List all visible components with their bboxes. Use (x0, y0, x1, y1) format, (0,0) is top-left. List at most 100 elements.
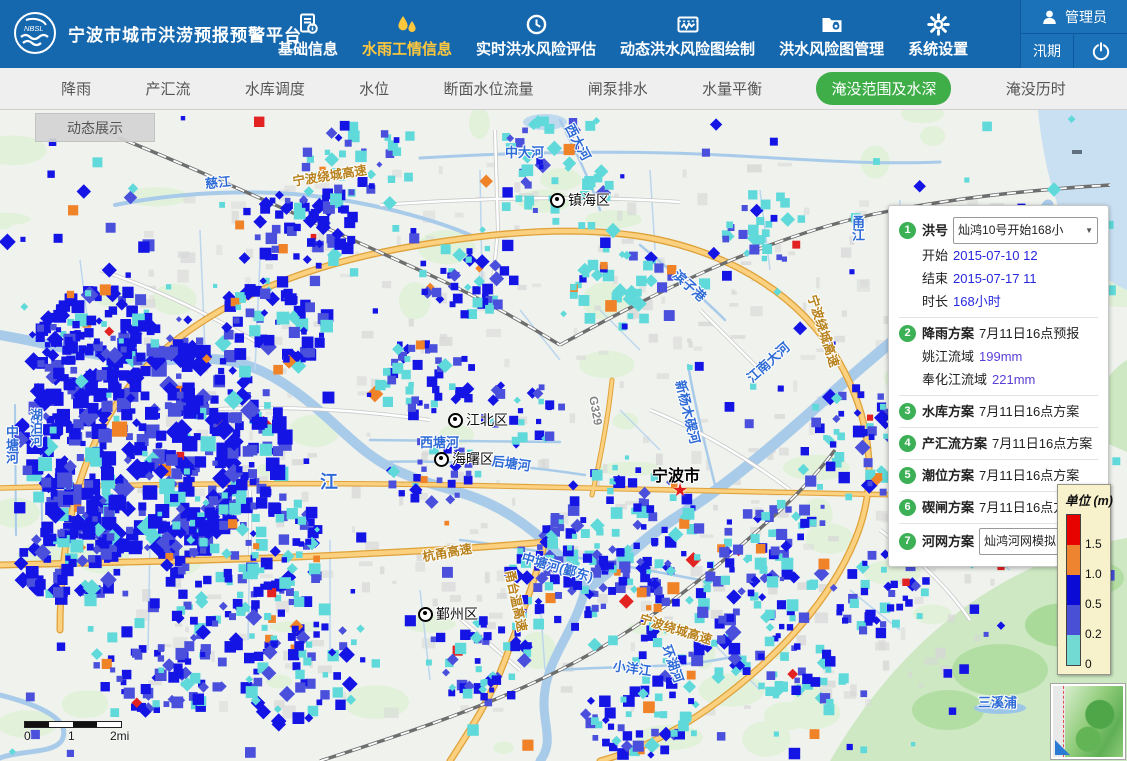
nav-item-water-rain-info[interactable]: 水雨工情信息 (362, 10, 452, 59)
river-label: 江 (320, 468, 338, 494)
user-icon (1041, 9, 1058, 25)
step-badge: 6 (899, 499, 916, 516)
district-label-jiangbei: 江北区 (448, 410, 508, 430)
scalebar-tick: 2mi (110, 729, 129, 743)
scalebar-tick: 0 (24, 729, 31, 743)
tab-inundation-duration[interactable]: 淹没历时 (1006, 78, 1066, 99)
field-value: 199mm (979, 349, 1022, 364)
field-label: 时长 (922, 294, 948, 309)
gear-icon (927, 10, 950, 36)
field-value: 2015-07-10 12 (953, 248, 1038, 263)
tab-reservoir-dispatch[interactable]: 水库调度 (245, 78, 305, 99)
flood-season-button[interactable]: 汛期 (1021, 34, 1074, 68)
nav-label: 实时洪水风险评估 (476, 38, 596, 59)
step-badge: 1 (899, 222, 916, 239)
legend-tick: 1.0 (1085, 567, 1102, 581)
section-label: 水库方案 (922, 400, 974, 423)
brand: NBSL 宁波市城市洪涝预报预警平台 (12, 10, 302, 56)
river-label: 中大河 (505, 142, 544, 161)
nav-item-riskmap-manage[interactable]: 洪水风险图管理 (779, 10, 884, 59)
panel-section-rainfall-plan: 2 降雨方案 7月11日16点预报 姚江流域 199mm 奉化江流域 221mm (899, 317, 1098, 395)
top-header: NBSL 宁波市城市洪涝预报预警平台 基础信息 (0, 0, 1127, 68)
step-badge: 2 (899, 325, 916, 342)
minimap-collapse-icon[interactable] (1055, 740, 1070, 755)
dropdown-value: 灿鸿河网模拟 (984, 530, 1056, 553)
tab-section-stage-flow[interactable]: 断面水位流量 (443, 78, 533, 99)
power-icon (1090, 40, 1112, 62)
panel-section-runoff-plan: 4 产汇流方案 7月11日16点方案 (899, 427, 1098, 459)
legend-title: 单位 (m) (1065, 490, 1105, 509)
nav-item-settings[interactable]: 系统设置 (908, 10, 968, 59)
section-label: 降雨方案 (922, 322, 974, 345)
tab-gate-pump-drain[interactable]: 闸泵排水 (588, 78, 648, 99)
step-badge: 5 (899, 467, 916, 484)
tab-runoff[interactable]: 产汇流 (145, 78, 190, 99)
field-label: 姚江流域 (922, 349, 974, 364)
flood-id-dropdown[interactable]: 灿鸿10号开始168小 ▼ (953, 217, 1098, 244)
scalebar-tick: 1 (68, 729, 75, 743)
section-label: 碶闸方案 (922, 496, 974, 519)
dynamic-display-label: 动态展示 (67, 118, 123, 138)
step-badge: 4 (899, 435, 916, 452)
district-label-zhenhai: 镇海区 (550, 190, 610, 210)
field-label: 结束 (922, 271, 948, 286)
app-window: NBSL 宁波市城市洪涝预报预警平台 基础信息 (0, 0, 1127, 761)
legend-tick: 0.5 (1085, 597, 1102, 611)
river-label: 慈江 (204, 171, 232, 193)
field-value: 221mm (992, 372, 1035, 387)
section-label: 产汇流方案 (922, 432, 987, 455)
field-label: 奉化江流域 (922, 372, 987, 387)
field-value: 168小时 (953, 294, 1001, 309)
legend-seg-orange (1067, 545, 1080, 575)
map-canvas[interactable]: 慈江 宁波绕城高速 中大河 西大河 镇海区 滨子港 甬江 宁波绕城高速 江南大河… (0, 110, 1127, 761)
tab-water-level[interactable]: 水位 (359, 78, 389, 99)
legend-colorbar: 1.5 1.0 0.5 0.2 0 (1065, 514, 1105, 666)
step-badge: 7 (899, 533, 916, 550)
tab-water-balance[interactable]: 水量平衡 (702, 78, 762, 99)
panel-section-flood-id: 1 洪号 灿鸿10号开始168小 ▼ 开始2015-07-10 12 结束201… (899, 213, 1098, 317)
nav-label: 系统设置 (908, 38, 968, 59)
legend-seg-cyan (1067, 635, 1080, 665)
sub-nav: 降雨 产汇流 水库调度 水位 断面水位流量 闸泵排水 水量平衡 淹没范围及水深 … (0, 68, 1127, 110)
step-badge: 3 (899, 403, 916, 420)
user-menu[interactable]: 管理员 (1021, 0, 1127, 34)
district-label-haishu: 海曙区 (434, 449, 494, 469)
section-label: 河网方案 (922, 530, 974, 553)
nav-item-basic-info[interactable]: 基础信息 (278, 10, 338, 59)
river-label: 湖泊河 (26, 408, 45, 447)
nav-label: 基础信息 (278, 38, 338, 59)
legend-seg-red (1067, 515, 1080, 545)
district-marker (434, 452, 449, 467)
minimap-terrain (1065, 686, 1123, 757)
logout-button[interactable] (1074, 34, 1127, 68)
tab-rainfall[interactable]: 降雨 (61, 78, 91, 99)
tab-inundation-extent-depth[interactable]: 淹没范围及水深 (816, 72, 951, 105)
river-label: 甬江 (848, 215, 867, 241)
district-label-yinzhou: 鄞州区 (418, 604, 478, 624)
rain-drops-icon (395, 10, 419, 36)
header-right-cells: 管理员 汛期 (1020, 0, 1127, 68)
legend-seg-blue (1067, 575, 1080, 605)
main-nav: 基础信息 水雨工情信息 实时洪水风险评估 (278, 0, 968, 68)
section-label: 洪号 (922, 219, 948, 242)
panel-section-reservoir-plan: 3 水库方案 7月11日16点方案 (899, 395, 1098, 427)
user-name: 管理员 (1065, 7, 1107, 27)
section-label: 潮位方案 (922, 464, 974, 487)
nav-item-dynamic-riskmap[interactable]: 动态洪水风险图绘制 (620, 10, 755, 59)
clock-icon (525, 10, 548, 36)
district-marker (550, 193, 565, 208)
field-value: 2015-07-17 11 (953, 271, 1037, 286)
overview-minimap[interactable] (1051, 684, 1125, 759)
dropdown-value: 灿鸿10号开始168小 (958, 219, 1063, 242)
nav-label: 水雨工情信息 (362, 38, 452, 59)
nav-item-realtime-risk[interactable]: 实时洪水风险评估 (476, 10, 596, 59)
app-title: 宁波市城市洪涝预报预警平台 (68, 21, 302, 46)
app-logo-icon: NBSL (12, 10, 58, 56)
dropdown-arrow-icon: ▼ (1085, 219, 1093, 242)
section-value: 7月11日16点预报 (979, 322, 1079, 345)
dynamic-display-button[interactable]: 动态展示 (35, 113, 155, 142)
district-marker (418, 607, 433, 622)
river-label: 三溪浦 (978, 692, 1017, 711)
nav-label: 动态洪水风险图绘制 (620, 38, 755, 59)
map-scalebar: 0 1 2mi (24, 721, 134, 743)
